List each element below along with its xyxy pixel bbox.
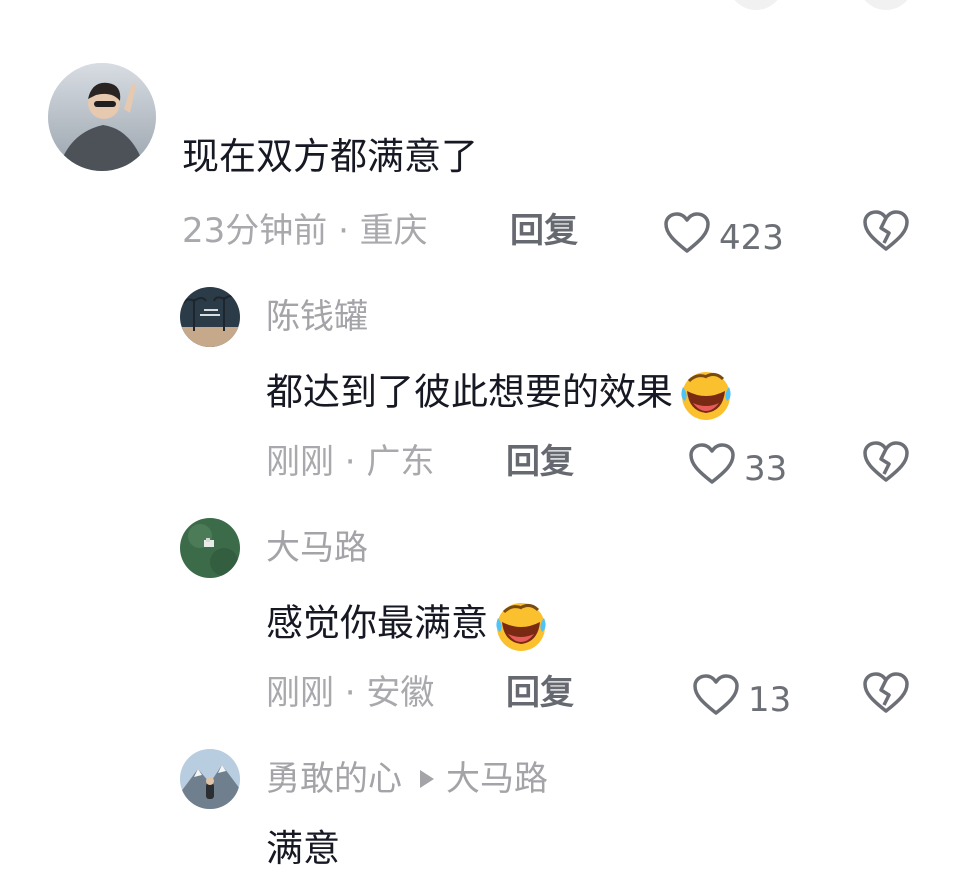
dislike-button[interactable] bbox=[862, 440, 910, 488]
reply-to-arrow-icon bbox=[420, 769, 434, 788]
reply-button[interactable]: 回复 bbox=[510, 211, 578, 251]
avatar[interactable] bbox=[180, 518, 240, 578]
heart-outline-icon bbox=[692, 673, 740, 726]
like-count: 423 bbox=[719, 217, 784, 258]
dislike-button[interactable] bbox=[862, 671, 910, 719]
reply-text-content: 都达到了彼此想要的效果 bbox=[266, 370, 673, 414]
reply-author[interactable]: 勇敢的心 bbox=[266, 759, 402, 799]
reply-text: 感觉你最满意 bbox=[266, 596, 550, 654]
laughing-tears-emoji-icon bbox=[677, 365, 735, 423]
like-button[interactable]: 33 bbox=[688, 442, 787, 495]
heart-outline-icon bbox=[688, 442, 736, 495]
reply-to-user[interactable]: 大马路 bbox=[446, 759, 548, 799]
avatar[interactable] bbox=[48, 63, 156, 171]
reply-text: 都达到了彼此想要的效果 bbox=[266, 365, 735, 423]
laughing-tears-emoji-icon bbox=[492, 596, 550, 654]
heart-outline-icon bbox=[663, 211, 711, 264]
avatar[interactable] bbox=[180, 749, 240, 809]
comment-meta: 23分钟前 · 重庆 bbox=[182, 211, 428, 251]
reply-author[interactable]: 大马路 bbox=[266, 528, 368, 568]
like-button[interactable]: 13 bbox=[692, 673, 791, 726]
reply-button[interactable]: 回复 bbox=[506, 673, 574, 713]
reply-meta: 刚刚 · 广东 bbox=[266, 442, 435, 482]
dislike-button[interactable] bbox=[862, 209, 910, 257]
broken-heart-icon bbox=[862, 671, 910, 719]
like-count: 33 bbox=[744, 448, 788, 489]
top-action-circle-right[interactable] bbox=[858, 0, 914, 10]
reply-text: 满意 bbox=[266, 827, 340, 870]
broken-heart-icon bbox=[862, 440, 910, 488]
broken-heart-icon bbox=[862, 209, 910, 257]
avatar[interactable] bbox=[180, 287, 240, 347]
reply-meta: 刚刚 · 安徽 bbox=[266, 673, 435, 713]
reply-author[interactable]: 陈钱罐 bbox=[266, 297, 368, 337]
reply-author-line: 勇敢的心 大马路 bbox=[266, 759, 548, 799]
like-button[interactable]: 423 bbox=[663, 211, 784, 264]
reply-text-content: 感觉你最满意 bbox=[266, 601, 488, 645]
top-action-circle-left[interactable] bbox=[728, 0, 784, 10]
like-count: 13 bbox=[748, 679, 792, 720]
reply-button[interactable]: 回复 bbox=[506, 442, 574, 482]
comment-text: 现在双方都满意了 bbox=[182, 135, 478, 178]
